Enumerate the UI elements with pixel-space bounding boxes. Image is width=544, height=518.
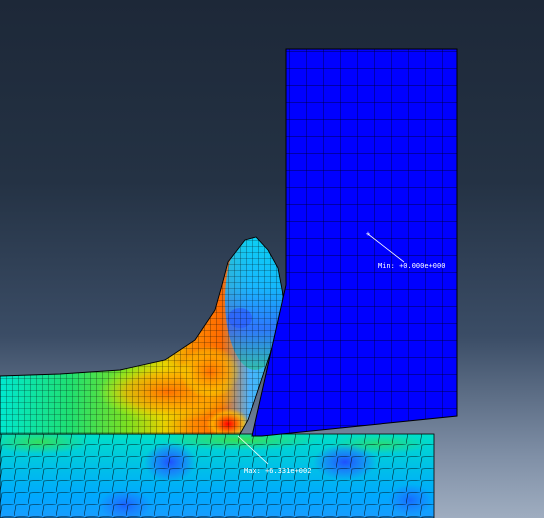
model-viewport[interactable]: + Min: +0.000e+000 Max: +6.331e+002 [0,0,544,518]
max-label: Max: +6.331e+002 [244,467,311,475]
fe-model-canvas[interactable]: + Min: +0.000e+000 Max: +6.331e+002 [0,0,544,518]
workpiece[interactable] [0,430,435,518]
cutting-tool[interactable] [251,48,458,437]
min-marker-icon: + [366,230,370,238]
chip[interactable] [0,230,290,440]
min-label: Min: +0.000e+000 [378,262,445,270]
